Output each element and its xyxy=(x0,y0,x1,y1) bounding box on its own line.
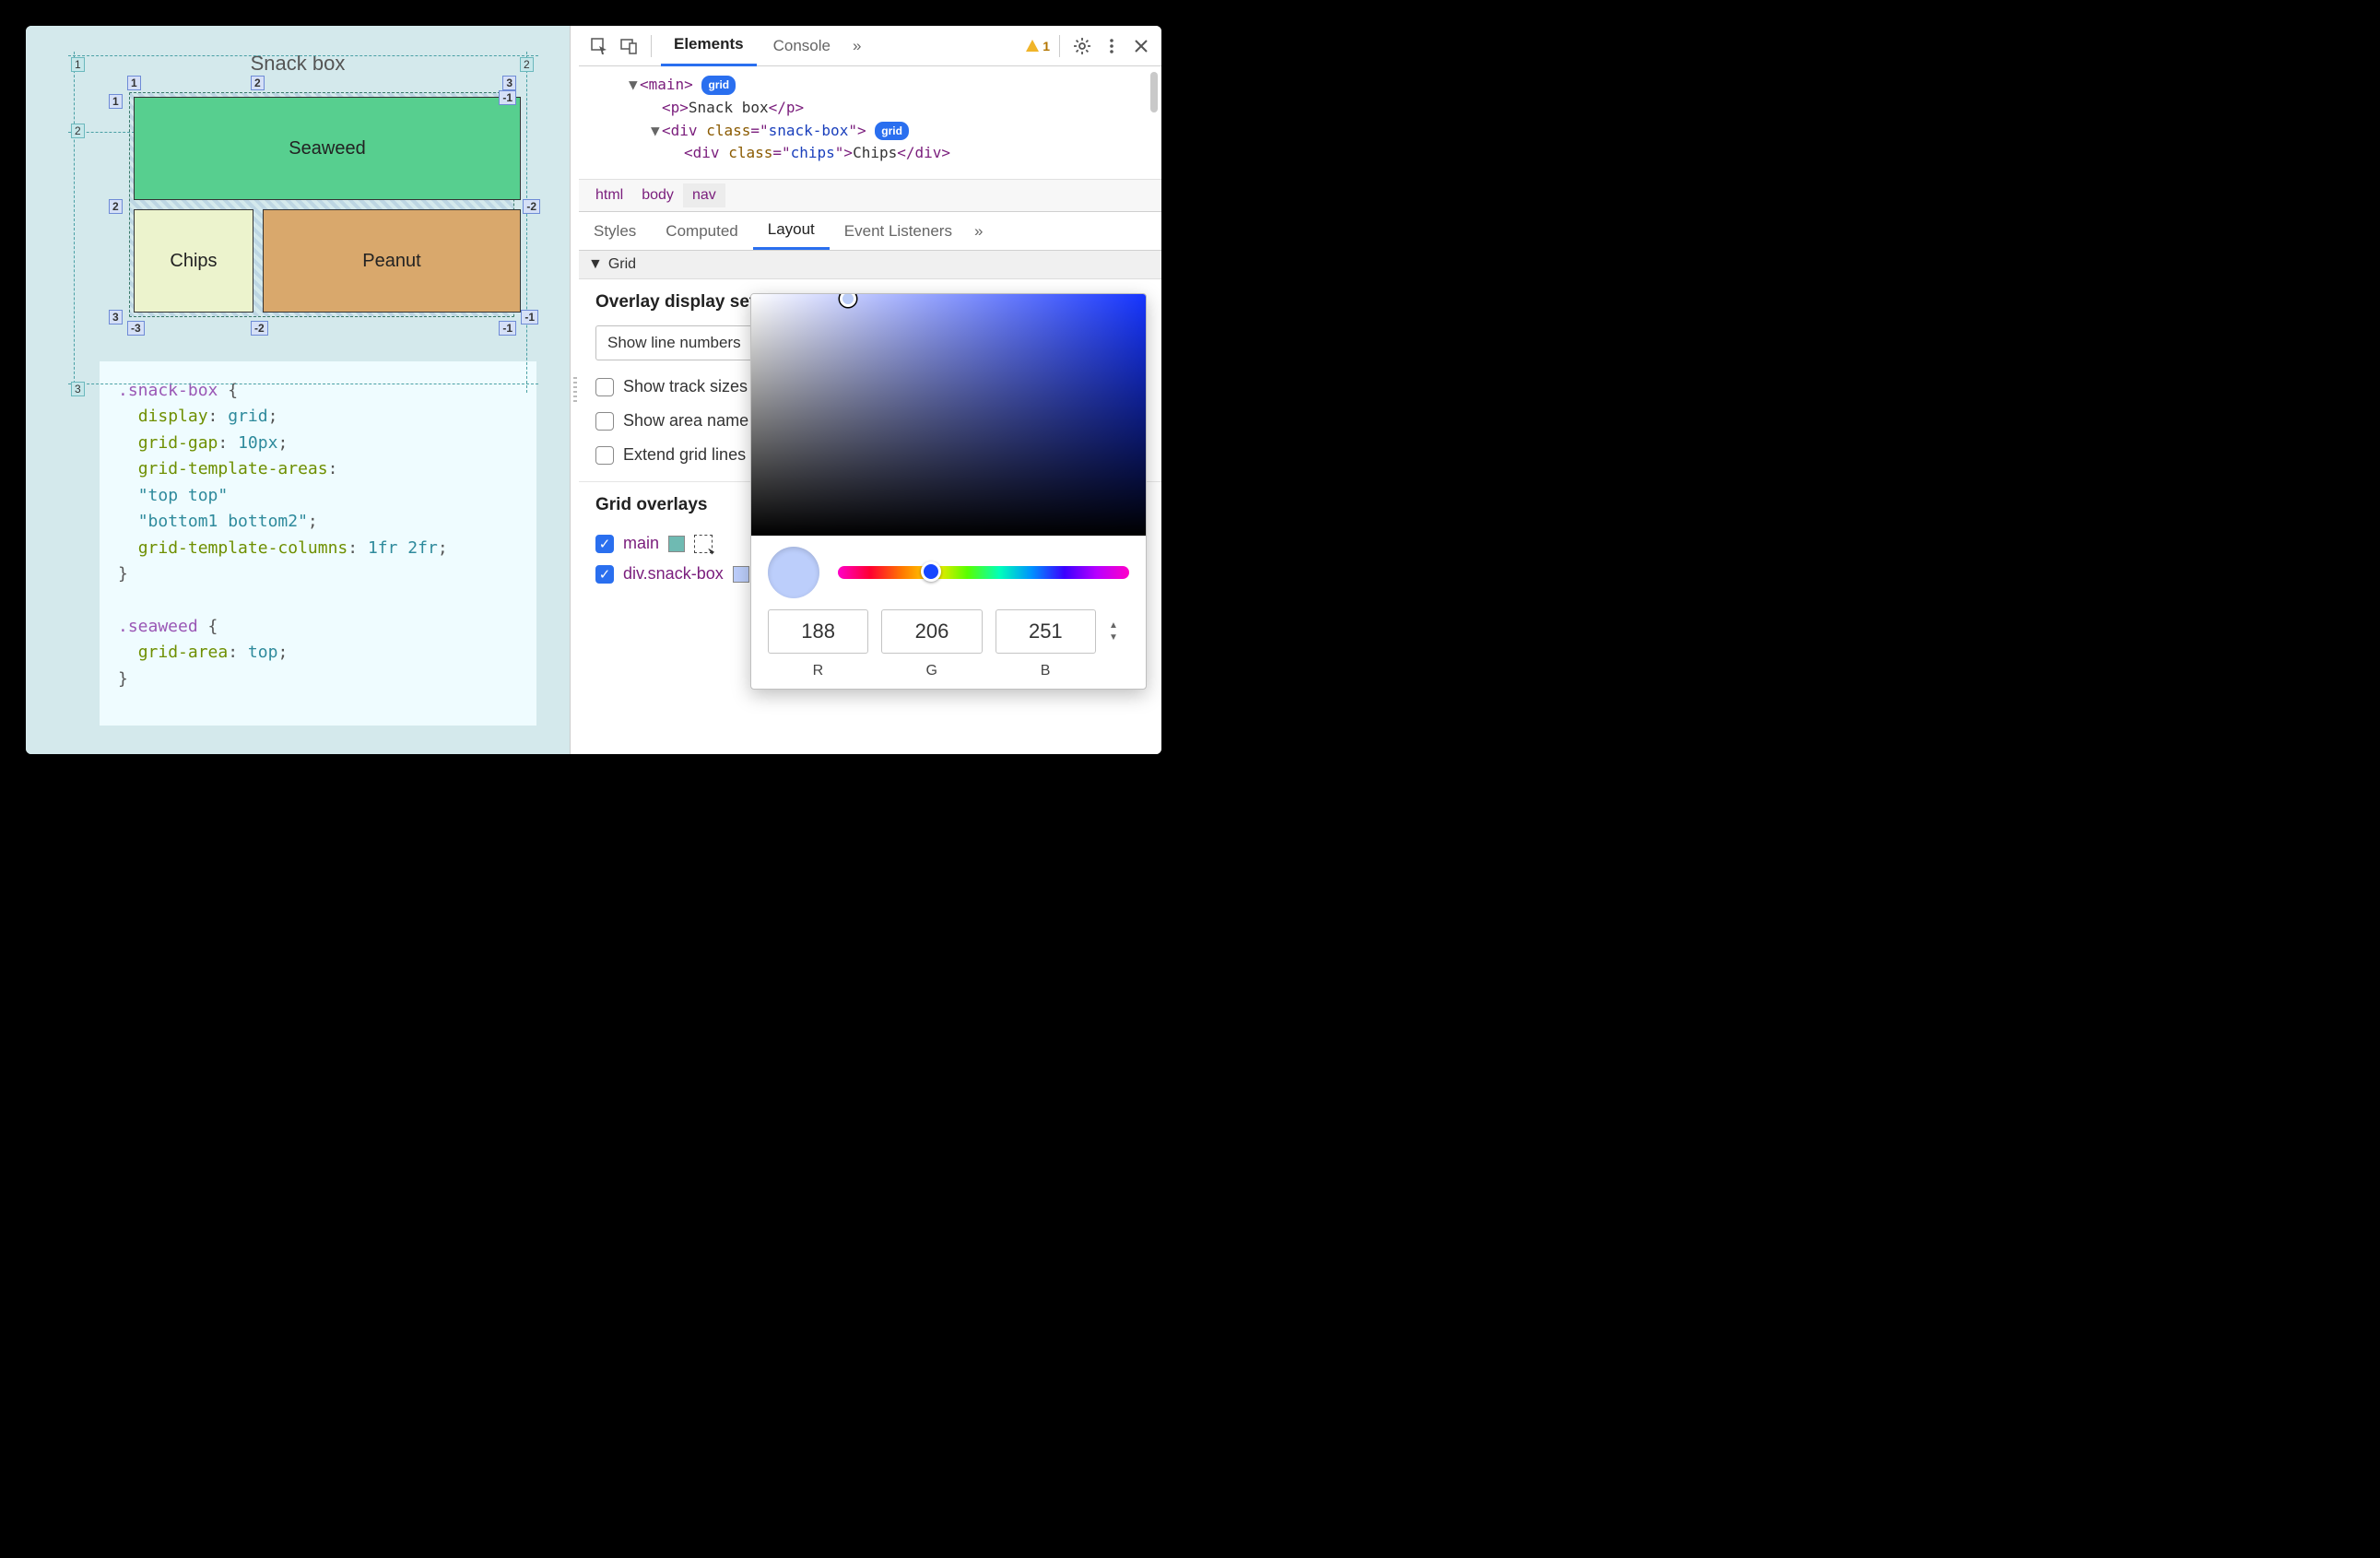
g-input[interactable]: 206 xyxy=(881,609,982,654)
kebab-icon[interactable] xyxy=(1099,33,1125,59)
grid-line-marker: -2 xyxy=(523,199,540,214)
checkbox[interactable]: ✓ xyxy=(595,565,614,584)
grid-line-marker: 1 xyxy=(127,76,141,90)
checkbox[interactable] xyxy=(595,412,614,431)
grid-line-marker: 2 xyxy=(520,57,534,72)
app-window: Snack box 1 2 3 2 1 2 3 -1 1 2 3 -2 -1 -… xyxy=(26,26,1161,754)
grid-line-marker: 3 xyxy=(109,310,123,325)
rgb-inputs: 188 R 206 G 251 B ▲ ▼ xyxy=(751,609,1146,689)
grid-visualization: 1 2 3 -1 1 2 3 -2 -1 -3 -2 -1 Seaweed Ch… xyxy=(129,92,514,317)
color-picker-popup: 188 R 206 G 251 B ▲ ▼ xyxy=(750,293,1147,690)
checkbox[interactable]: ✓ xyxy=(595,535,614,553)
grid-extend-line xyxy=(68,55,538,56)
close-icon[interactable] xyxy=(1128,33,1154,59)
breadcrumb-html[interactable]: html xyxy=(586,183,632,207)
subtab-styles[interactable]: Styles xyxy=(579,212,651,250)
inspect-icon[interactable] xyxy=(586,33,612,59)
overlay-label: div.snack-box xyxy=(623,564,724,584)
grid-line-marker: 2 xyxy=(109,199,123,214)
grid-line-marker: 2 xyxy=(71,124,85,138)
r-input[interactable]: 188 xyxy=(768,609,868,654)
grid-cell-seaweed: Seaweed xyxy=(134,97,521,200)
hue-slider[interactable] xyxy=(838,566,1129,579)
grid-line-marker: -1 xyxy=(499,321,516,336)
styles-subtabs: Styles Computed Layout Event Listeners » xyxy=(579,212,1161,251)
grid-cell-chips: Chips xyxy=(134,209,253,313)
saturation-cursor[interactable] xyxy=(840,293,856,307)
grid-line-marker: -3 xyxy=(127,321,145,336)
line-numbers-select[interactable]: Show line numbers xyxy=(595,325,753,360)
subtabs-overflow[interactable]: » xyxy=(967,212,990,250)
grid-outline: Seaweed Chips Peanut xyxy=(129,92,514,317)
grid-cell-peanut: Peanut xyxy=(263,209,521,313)
grid-extend-line xyxy=(526,52,527,393)
grid-section-label: Grid xyxy=(608,256,636,273)
saturation-panel[interactable] xyxy=(751,294,1146,536)
grid-badge[interactable]: grid xyxy=(875,122,909,141)
page-title: Snack box xyxy=(26,26,570,92)
grid-extend-line xyxy=(74,52,75,393)
option-label: Extend grid lines xyxy=(623,445,746,465)
scrollbar-thumb[interactable] xyxy=(1150,72,1158,112)
option-label: Show track sizes xyxy=(623,377,748,396)
tab-console[interactable]: Console xyxy=(760,26,843,66)
r-label: R xyxy=(768,654,868,679)
grid-badge[interactable]: grid xyxy=(701,76,736,95)
checkbox[interactable] xyxy=(595,446,614,465)
chevron-up-icon: ▲ xyxy=(1109,620,1129,631)
tabs-overflow[interactable]: » xyxy=(847,26,866,66)
grid-line-marker: 1 xyxy=(109,94,123,109)
grid-line-marker: 3 xyxy=(502,76,516,90)
overlay-label: main xyxy=(623,534,659,553)
chevron-down-icon: ▼ xyxy=(1109,632,1129,643)
warnings-badge[interactable]: 1 xyxy=(1025,39,1050,53)
color-mode-stepper[interactable]: ▲ ▼ xyxy=(1109,609,1129,643)
breadcrumb-body[interactable]: body xyxy=(632,183,683,207)
grid-line-marker: -1 xyxy=(521,310,538,325)
b-input[interactable]: 251 xyxy=(996,609,1096,654)
tab-elements[interactable]: Elements xyxy=(661,26,757,66)
grid-line-marker: -2 xyxy=(251,321,268,336)
preview-pane: Snack box 1 2 3 2 1 2 3 -1 1 2 3 -2 -1 -… xyxy=(26,26,570,754)
hue-thumb[interactable] xyxy=(921,561,941,582)
devtools-toolbar: Elements Console » 1 xyxy=(579,26,1161,66)
grid-line-marker: 1 xyxy=(71,57,85,72)
checkbox[interactable] xyxy=(595,378,614,396)
grid-line-marker: -1 xyxy=(499,90,516,105)
grid-line-marker: 2 xyxy=(251,76,265,90)
devtools-pane: Elements Console » 1 ▼<main> grid xyxy=(579,26,1161,754)
color-swatch[interactable] xyxy=(733,566,749,583)
subtab-computed[interactable]: Computed xyxy=(651,212,752,250)
subtab-layout[interactable]: Layout xyxy=(753,212,830,250)
gear-icon[interactable] xyxy=(1069,33,1095,59)
breadcrumb-nav[interactable]: nav xyxy=(683,183,725,207)
highlight-icon[interactable] xyxy=(694,535,713,553)
warnings-count: 1 xyxy=(1043,39,1050,53)
css-code-block: .snack-box { display: grid; grid-gap: 10… xyxy=(100,361,536,726)
g-label: G xyxy=(881,654,982,679)
grid-line-marker: 3 xyxy=(71,382,85,396)
chevron-down-icon: ▼ xyxy=(588,256,603,273)
breadcrumb: html body nav xyxy=(579,179,1161,212)
device-toggle-icon[interactable] xyxy=(616,33,642,59)
grid-section-header[interactable]: ▼ Grid xyxy=(579,251,1161,279)
subtab-event-listeners[interactable]: Event Listeners xyxy=(830,212,967,250)
pane-resizer[interactable] xyxy=(570,26,579,754)
color-swatch[interactable] xyxy=(668,536,685,552)
selected-color-swatch xyxy=(768,547,819,598)
b-label: B xyxy=(996,654,1096,679)
dom-tree[interactable]: ▼<main> grid <p>Snack box</p> ▼<div clas… xyxy=(579,66,1161,179)
option-label: Show area name xyxy=(623,411,748,431)
